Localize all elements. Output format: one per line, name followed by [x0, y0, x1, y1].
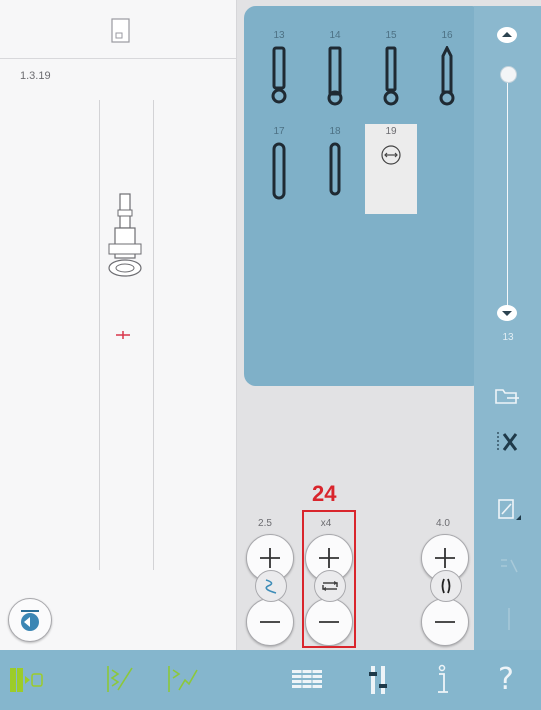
sewing-mode-icon: [10, 668, 43, 692]
guide-line-right: [153, 100, 154, 570]
presser-foot-icon: [108, 193, 142, 277]
edit-document-icon[interactable]: [496, 496, 522, 524]
stitch-edit-button[interactable]: [104, 662, 140, 698]
stitch-width-control: [246, 534, 294, 646]
stitch-program-button[interactable]: [165, 662, 201, 698]
buttonhole-stitch-icon: [271, 46, 287, 104]
preview-header: [0, 0, 236, 59]
stitch-edit-icon: [107, 666, 133, 692]
needle-position-marker: [116, 331, 130, 339]
menu-grid-button[interactable]: [290, 662, 326, 698]
round-buttonhole-icon: [329, 142, 341, 196]
stitch-length-control: [421, 534, 469, 646]
width-decrease-button[interactable]: [246, 598, 294, 646]
menu-grid-icon: [292, 670, 322, 688]
settings-button[interactable]: [363, 662, 399, 698]
stitch-width-indicator: [255, 570, 287, 602]
settings-icon: [369, 666, 387, 694]
stitch-width-icon: [265, 579, 277, 594]
help-button[interactable]: ?: [490, 662, 526, 698]
thread-cutter-icon[interactable]: [494, 430, 522, 454]
callout-number: 24: [312, 481, 337, 506]
stitch-number: 16: [441, 30, 453, 41]
info-button[interactable]: [424, 662, 460, 698]
stitch-number: 19: [385, 126, 397, 137]
stitch-length-value: 4.0: [436, 518, 450, 529]
stitch-menu: 13 14 15 16 17 18 19: [244, 6, 484, 386]
sewing-mode-button[interactable]: [8, 662, 44, 698]
stitch-tile-17[interactable]: 17: [253, 124, 305, 214]
scroll-track[interactable]: [507, 70, 508, 310]
disabled-tool-icon: [501, 559, 518, 573]
scroll-up-icon[interactable]: [496, 26, 518, 44]
stitch-number: 14: [329, 30, 341, 41]
help-icon: ?: [498, 662, 514, 697]
length-decrease-button[interactable]: [421, 598, 469, 646]
stitch-tile-14[interactable]: 14: [309, 28, 361, 118]
stitch-length-icon: [441, 578, 451, 594]
mirror-toggle-button[interactable]: [8, 598, 52, 642]
stitch-number: 17: [273, 126, 285, 137]
stitch-code-label: 1.3.19: [20, 70, 51, 82]
stitch-number: 18: [329, 126, 341, 137]
stitch-tile-15[interactable]: 15: [365, 28, 417, 118]
stitch-preview-panel: [0, 0, 237, 650]
guide-line-left: [99, 100, 100, 570]
keyhole-buttonhole-icon: [327, 46, 343, 106]
stitch-tile-18[interactable]: 18: [309, 124, 361, 214]
minus-icon: [435, 621, 455, 623]
stitch-number: 15: [385, 30, 397, 41]
callout-highlight-box: [302, 510, 356, 648]
tapered-buttonhole-icon: [439, 46, 455, 106]
stitch-count-label: 13: [502, 332, 514, 343]
disabled-tool-icon: [508, 608, 510, 630]
scroll-thumb[interactable]: [500, 66, 517, 83]
stitch-width-value: 2.5: [258, 518, 272, 529]
stitch-length-indicator: [430, 570, 462, 602]
folder-icon[interactable]: [493, 386, 521, 406]
round-buttonhole-icon: [272, 142, 286, 200]
bottom-toolbar: ?: [0, 650, 541, 710]
stitch-tile-16[interactable]: 16: [421, 28, 473, 118]
sensor-buttonhole-icon: [381, 145, 401, 165]
info-icon: [438, 664, 448, 693]
stitch-tile-13[interactable]: 13: [253, 28, 305, 118]
keyhole-buttonhole-icon: [383, 46, 399, 106]
stitch-number: 13: [273, 30, 285, 41]
mirror-end-icon: [21, 610, 39, 631]
document-icon[interactable]: [111, 18, 131, 44]
scroll-down-icon[interactable]: [496, 304, 518, 322]
minus-icon: [260, 621, 280, 623]
stitch-program-icon: [168, 666, 198, 692]
stitch-tile-19[interactable]: 19: [365, 124, 417, 214]
